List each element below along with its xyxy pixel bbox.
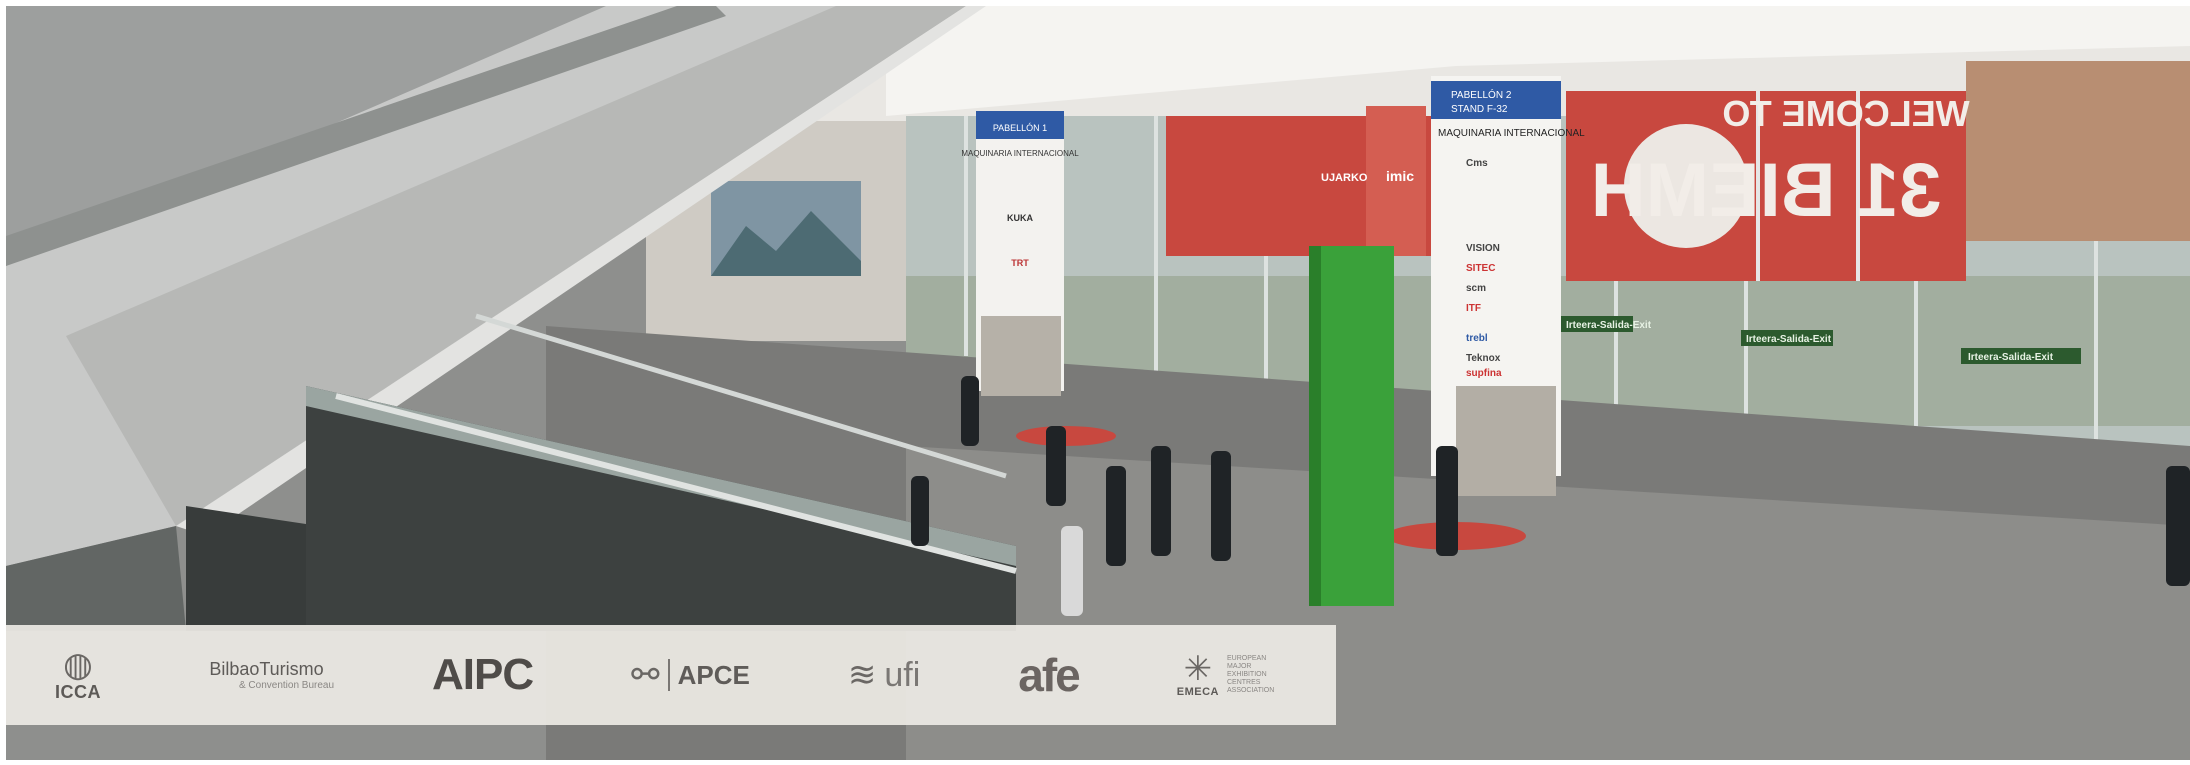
icca-logo: ◍ ICCA [54, 645, 101, 702]
svg-text:supfina: supfina [1466, 368, 1502, 379]
svg-text:TRT: TRT [1011, 258, 1029, 268]
svg-text:UJARKO: UJARKO [1321, 172, 1368, 184]
svg-text:Irteera-Salida-Exit: Irteera-Salida-Exit [1746, 334, 1832, 345]
svg-text:ITF: ITF [1466, 303, 1481, 314]
svg-text:imic: imic [1386, 168, 1414, 184]
svg-text:MAQUINARIA INTERNACIONAL: MAQUINARIA INTERNACIONAL [961, 149, 1079, 158]
svg-text:trebl: trebl [1466, 333, 1488, 344]
emeca-logo: ✳ EMECA EUROPEAN MAJOR EXHIBITION CENTRE… [1176, 650, 1275, 698]
svg-text:Irteera-Salida-Exit: Irteera-Salida-Exit [1566, 320, 1652, 331]
aipc-logo: AIPC [432, 650, 534, 699]
apce-mark-icon: ⚯ [631, 656, 660, 694]
partner-logos-bar: ◍ ICCA BilbaoTurismo & Convention Bureau… [6, 625, 1336, 725]
svg-text:Teknox: Teknox [1466, 353, 1501, 364]
afe-logo: afe [1018, 649, 1081, 701]
svg-text:SITEC: SITEC [1466, 263, 1495, 274]
red-banner: WELCOME TO 31 BIEMH [1166, 91, 1970, 281]
star-mark-icon: ✳ [1183, 650, 1213, 688]
bilbao-turismo-logo: BilbaoTurismo & Convention Bureau [209, 659, 335, 691]
svg-text:VISION: VISION [1466, 243, 1500, 254]
svg-text:scm: scm [1466, 283, 1486, 294]
svg-text:PABELLÓN 1: PABELLÓN 1 [993, 123, 1047, 133]
ufi-wave-icon: ≋ [847, 656, 877, 694]
divider [667, 659, 670, 691]
svg-text:Irteera-Salida-Exit: Irteera-Salida-Exit [1968, 352, 2054, 363]
svg-text:Cms: Cms [1466, 158, 1488, 169]
svg-text:KUKA: KUKA [1007, 213, 1033, 223]
svg-text:MAQUINARIA INTERNACIONAL: MAQUINARIA INTERNACIONAL [1438, 128, 1585, 139]
green-column [1309, 246, 1394, 606]
svg-text:PABELLÓN 2: PABELLÓN 2 [1451, 88, 1512, 101]
svg-text:31 BIEMH: 31 BIEMH [1591, 148, 1942, 233]
svg-text:WELCOME TO: WELCOME TO [1722, 93, 1969, 134]
apce-logo: ⚯ APCE [631, 656, 750, 694]
ufi-logo: ≋ ufi [847, 655, 921, 694]
svg-text:STAND F-32: STAND F-32 [1451, 104, 1508, 115]
globe-icon: ◍ [63, 645, 93, 684]
